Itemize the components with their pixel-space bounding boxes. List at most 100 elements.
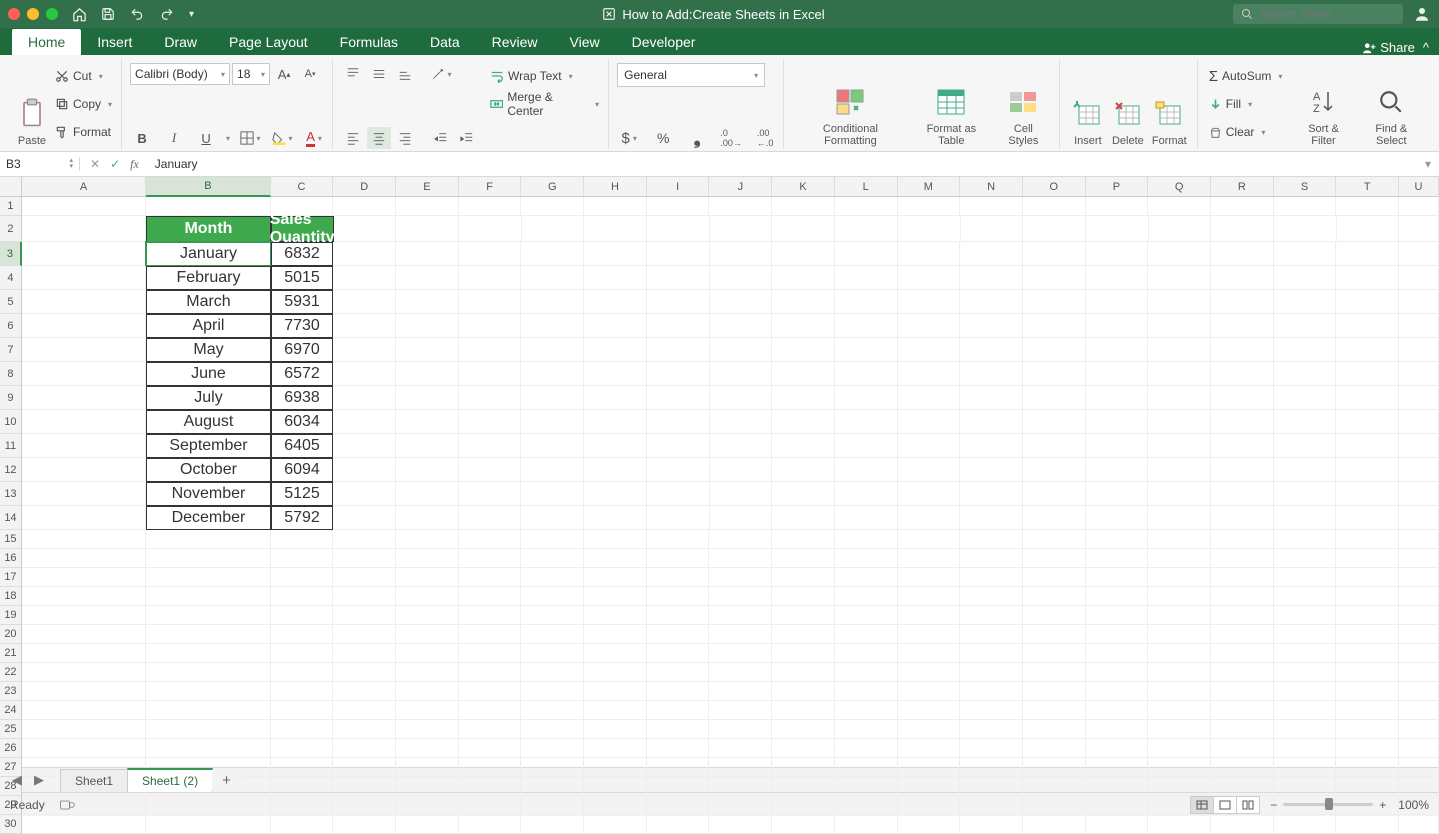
cell[interactable] [898, 530, 961, 549]
cell[interactable] [22, 720, 146, 739]
cell[interactable] [521, 549, 584, 568]
cell[interactable] [271, 549, 334, 568]
cell[interactable] [647, 410, 710, 434]
cell[interactable] [1336, 386, 1399, 410]
cell[interactable] [898, 362, 961, 386]
cell[interactable] [521, 410, 584, 434]
cell[interactable] [271, 587, 334, 606]
cell[interactable] [333, 777, 396, 796]
italic-icon[interactable]: I [162, 127, 186, 149]
search-input[interactable] [1259, 7, 1389, 21]
cell[interactable] [960, 434, 1023, 458]
cell[interactable] [772, 530, 835, 549]
cell[interactable] [898, 197, 961, 216]
cell[interactable] [1023, 506, 1086, 530]
cell[interactable] [1023, 434, 1086, 458]
cell[interactable] [333, 266, 396, 290]
decrease-indent-icon[interactable] [429, 127, 453, 149]
cell[interactable] [1399, 663, 1439, 682]
cell[interactable] [709, 568, 772, 587]
row-header[interactable]: 19 [0, 606, 22, 625]
cell[interactable] [1023, 625, 1086, 644]
cell[interactable] [1086, 314, 1149, 338]
cell[interactable] [1211, 701, 1274, 720]
cell[interactable] [710, 410, 773, 434]
cell[interactable] [1086, 216, 1149, 242]
column-header[interactable]: M [898, 177, 961, 197]
cell[interactable] [1086, 587, 1149, 606]
cell[interactable] [1211, 663, 1274, 682]
cell[interactable] [898, 777, 961, 796]
cell[interactable] [772, 568, 835, 587]
cell[interactable] [1086, 568, 1149, 587]
cell[interactable] [1086, 338, 1149, 362]
cell[interactable] [960, 720, 1023, 739]
cell[interactable] [960, 663, 1023, 682]
cell[interactable] [647, 216, 710, 242]
cell[interactable] [146, 701, 270, 720]
cell[interactable] [1211, 625, 1274, 644]
cell[interactable] [1274, 242, 1337, 266]
cell[interactable] [1336, 739, 1399, 758]
cell[interactable] [396, 386, 459, 410]
cell[interactable] [709, 720, 772, 739]
cell[interactable] [772, 796, 835, 815]
cell[interactable] [1023, 314, 1086, 338]
cell[interactable]: 5792 [271, 506, 334, 530]
cell[interactable] [584, 290, 647, 314]
cell[interactable] [709, 701, 772, 720]
cell[interactable] [960, 338, 1023, 362]
cell[interactable] [1399, 758, 1439, 777]
row-header[interactable]: 15 [0, 530, 22, 549]
cell[interactable] [271, 644, 334, 663]
column-header[interactable]: B [146, 177, 270, 197]
cell[interactable] [1023, 386, 1086, 410]
cell[interactable] [22, 701, 146, 720]
scroll-tabs-right-icon[interactable]: ▶ [28, 772, 50, 788]
cell[interactable] [772, 815, 835, 834]
cell[interactable] [584, 338, 647, 362]
cell[interactable] [898, 506, 961, 530]
cell[interactable] [1148, 758, 1211, 777]
cell[interactable] [333, 506, 396, 530]
column-header[interactable]: A [22, 177, 146, 197]
cell[interactable] [835, 606, 898, 625]
cell[interactable] [271, 739, 334, 758]
orientation-icon[interactable] [429, 63, 453, 85]
cell[interactable] [772, 362, 835, 386]
cell[interactable] [584, 549, 647, 568]
cell[interactable] [1023, 663, 1086, 682]
cell[interactable] [835, 777, 898, 796]
cell[interactable] [1086, 739, 1149, 758]
cell[interactable] [1148, 644, 1211, 663]
cell[interactable] [1336, 606, 1399, 625]
cell[interactable] [772, 644, 835, 663]
cell[interactable]: February [146, 266, 270, 290]
cell[interactable] [898, 434, 961, 458]
cell[interactable] [772, 625, 835, 644]
column-header[interactable]: O [1023, 177, 1086, 197]
cell[interactable] [521, 458, 584, 482]
cell[interactable] [709, 587, 772, 606]
tab-draw[interactable]: Draw [148, 29, 213, 55]
cell[interactable] [960, 458, 1023, 482]
row-header[interactable]: 1 [0, 197, 22, 216]
cell[interactable] [584, 216, 647, 242]
cell[interactable]: 6938 [271, 386, 334, 410]
cell[interactable] [835, 682, 898, 701]
column-header[interactable]: T [1336, 177, 1399, 197]
cell[interactable] [146, 815, 270, 834]
underline-icon[interactable]: U [194, 127, 218, 149]
cell[interactable] [772, 314, 835, 338]
cell[interactable] [1023, 701, 1086, 720]
cell[interactable] [333, 458, 396, 482]
cell[interactable] [521, 314, 584, 338]
cell[interactable] [772, 587, 835, 606]
cell[interactable] [1399, 625, 1439, 644]
cell[interactable] [1148, 720, 1211, 739]
redo-icon[interactable] [159, 7, 175, 21]
cell[interactable] [521, 625, 584, 644]
home-icon[interactable] [72, 7, 87, 22]
cell[interactable] [1274, 587, 1337, 606]
search-sheet-box[interactable] [1233, 4, 1403, 24]
